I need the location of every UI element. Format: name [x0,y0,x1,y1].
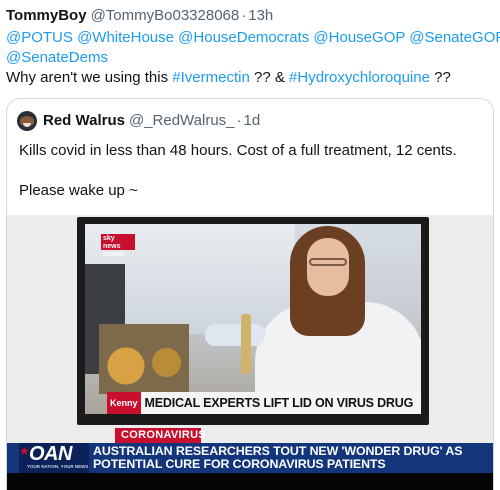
author-handle[interactable]: @TommyBo03328068 [91,6,240,26]
tv-screen: sky news CORAAU Kenny MEDICAL EXPERTS LI… [85,224,421,414]
quote-timestamp[interactable]: 1d [244,111,261,131]
sky-news-logo: sky news CORAAU [101,234,135,258]
tv-frame: sky news CORAAU Kenny MEDICAL EXPERTS LI… [77,217,429,425]
oan-headline-line-2: POTENTIAL CURE FOR CORONAVIRUS PATIENTS [93,457,386,471]
tweet-header: TommyBoy @TommyBo03328068 · 13h [6,6,492,26]
quote-handle[interactable]: @_RedWalrus_ [129,111,235,131]
sky-logo-sub: CORAAU [103,252,125,258]
quote-media-video[interactable]: sky news CORAAU Kenny MEDICAL EXPERTS LI… [7,215,493,490]
mentions-line-1[interactable]: @POTUS @WhiteHouse @HouseDemocrats @Hous… [6,28,500,48]
quote-header: Red Walrus @_RedWalrus_ · 1d [7,99,493,131]
oan-tagline: YOUR NATION. YOUR NEWS [27,464,89,469]
sky-lower-third-text: MEDICAL EXPERTS LIFT LID ON VIRUS DRUG [144,396,414,410]
question-suffix: ?? [429,69,451,86]
hashtag-hydroxychloroquine[interactable]: #Hydroxychloroquine [289,69,430,86]
pipette [241,314,251,374]
quote-display-name[interactable]: Red Walrus [43,111,125,131]
scientist-glasses [309,258,347,266]
header-separator: · [241,7,247,24]
tweet[interactable]: TommyBoy @TommyBo03328068 · 13h @POTUS @… [0,0,500,490]
author-display-name[interactable]: TommyBoy [6,6,87,26]
scientist-glove [205,324,265,346]
sky-lower-third: Kenny MEDICAL EXPERTS LIFT LID ON VIRUS … [107,392,421,414]
video-bottom-strip [7,473,493,490]
hashtag-ivermectin[interactable]: #Ivermectin [172,69,250,86]
lab-bottles [99,324,189,394]
sky-logo-text: sky news [103,235,121,250]
oan-logo-text: OAN [29,443,72,465]
mentions-line-2[interactable]: @SenateDems [6,48,496,68]
kenny-tag: Kenny [107,392,141,414]
quote-text-line-1: Kills covid in less than 48 hours. Cost … [19,142,457,159]
tweet-text: @POTUS @WhiteHouse @HouseDemocrats @Hous… [6,28,500,88]
quote-text: Kills covid in less than 48 hours. Cost … [7,131,493,201]
oan-logo: ★ OAN YOUR NATION. YOUR NEWS [19,443,89,473]
tweet-timestamp[interactable]: 13h [248,6,273,26]
question-middle: ?? & [249,69,290,86]
oan-topic-tag: CORONAVIRUS [115,428,206,443]
question-line: Why aren't we using this #Ivermectin ?? … [6,68,496,88]
quote-avatar[interactable] [17,111,37,131]
oan-headline: AUSTRALIAN RESEARCHERS TOUT NEW 'WONDER … [93,445,463,471]
quote-text-line-2: Please wake up ~ [19,182,138,199]
scientist-face [307,238,349,296]
quoted-tweet[interactable]: Red Walrus @_RedWalrus_ · 1d Kills covid… [6,98,494,490]
question-prefix: Why aren't we using this [6,69,173,86]
quote-separator: · [236,112,242,129]
